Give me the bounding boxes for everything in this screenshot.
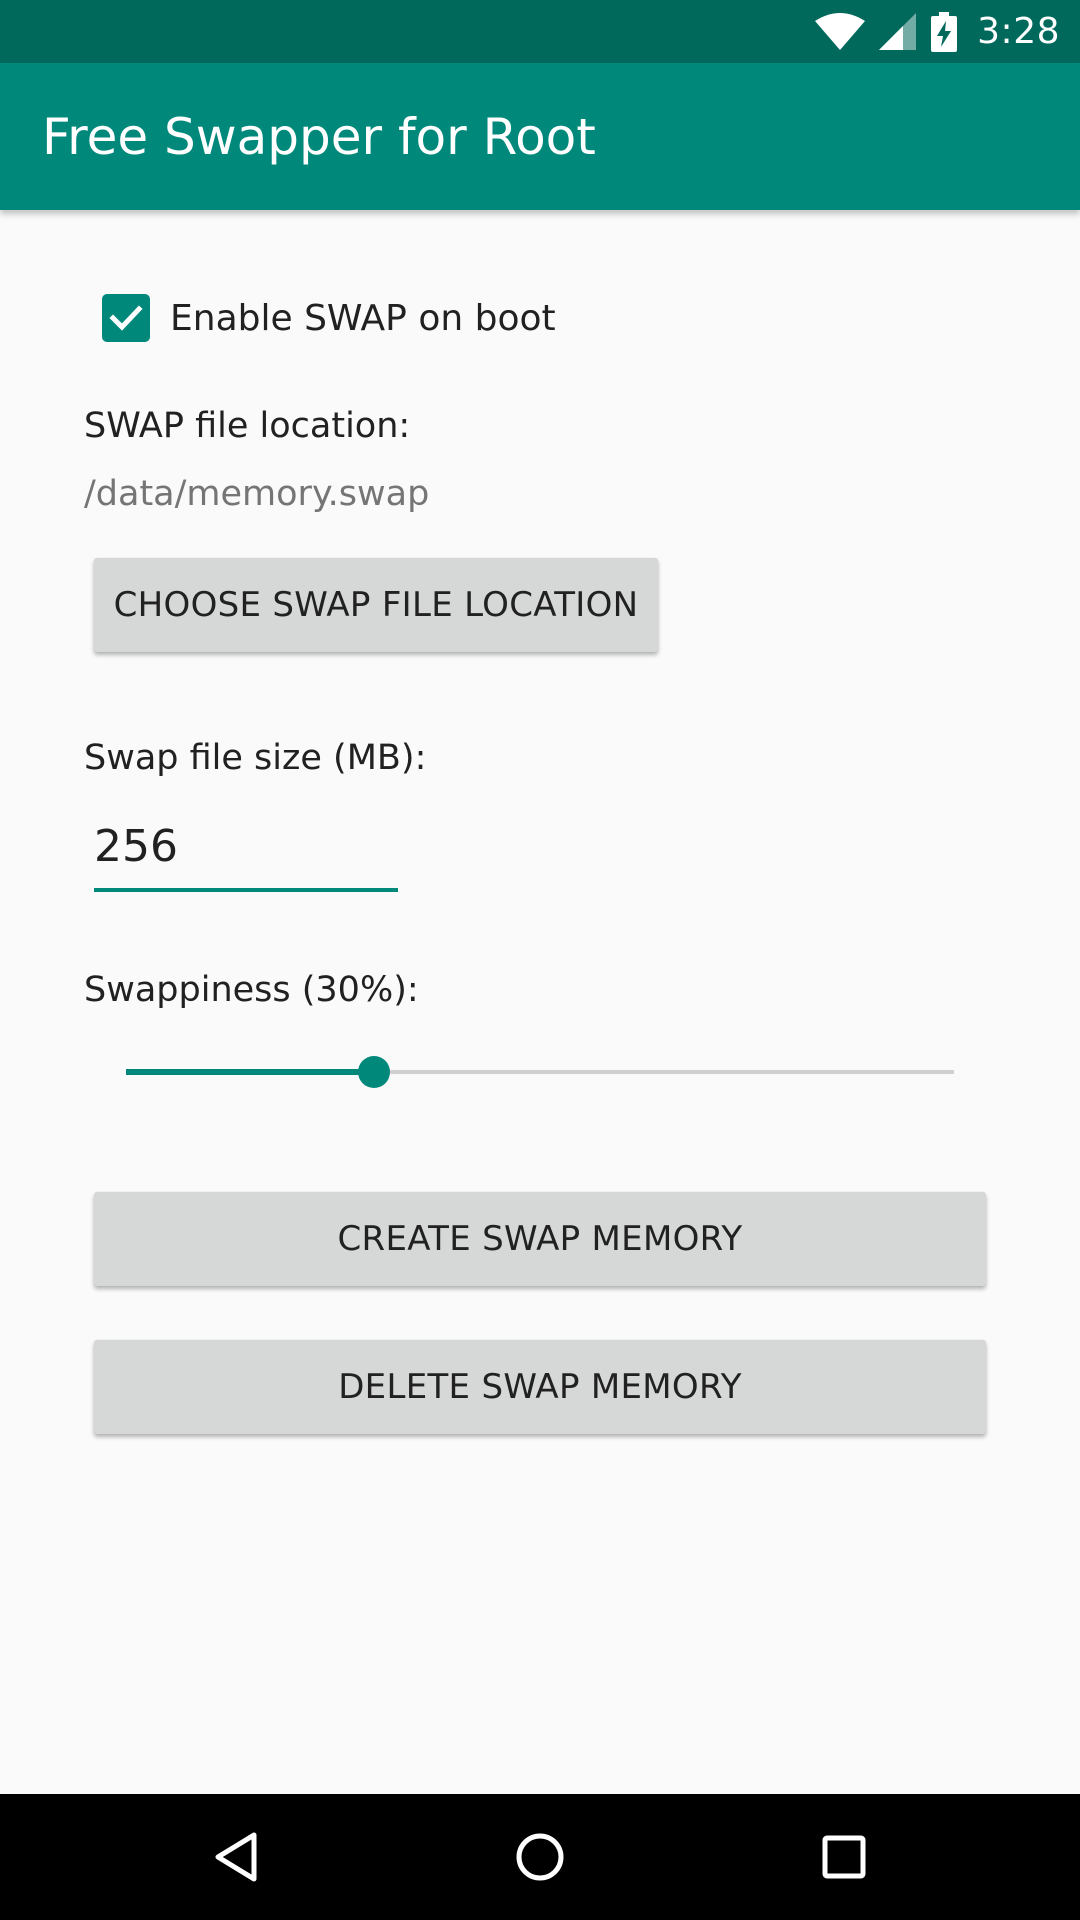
back-icon bbox=[215, 1832, 257, 1882]
file-location-label: SWAP file location: bbox=[84, 406, 411, 446]
cell-signal-icon bbox=[879, 12, 917, 51]
enable-on-boot-row[interactable]: Enable SWAP on boot bbox=[102, 292, 556, 344]
file-size-input[interactable] bbox=[94, 812, 398, 892]
choose-location-button[interactable]: CHOOSE SWAP FILE LOCATION bbox=[94, 558, 658, 652]
app-title: Free Swapper for Root bbox=[42, 107, 596, 166]
checkmark-icon bbox=[109, 305, 143, 331]
create-swap-button[interactable]: CREATE SWAP MEMORY bbox=[94, 1192, 986, 1286]
enable-on-boot-label: Enable SWAP on boot bbox=[170, 297, 556, 339]
main-content: Enable SWAP on boot SWAP file location: … bbox=[0, 210, 1080, 1794]
file-size-label: Swap file size (MB): bbox=[84, 738, 427, 778]
recents-button[interactable] bbox=[784, 1794, 904, 1920]
app-bar: Free Swapper for Root bbox=[0, 63, 1080, 210]
swappiness-slider[interactable] bbox=[126, 1042, 954, 1102]
status-time: 3:28 bbox=[977, 11, 1060, 52]
slider-fill bbox=[126, 1069, 375, 1075]
recents-icon bbox=[822, 1835, 866, 1879]
battery-charging-icon bbox=[931, 11, 958, 52]
home-icon bbox=[516, 1833, 564, 1881]
home-button[interactable] bbox=[480, 1794, 600, 1920]
swappiness-label: Swappiness (30%): bbox=[84, 970, 419, 1010]
back-button[interactable] bbox=[176, 1794, 296, 1920]
navigation-bar bbox=[0, 1794, 1080, 1920]
status-bar: 3:28 bbox=[0, 0, 1080, 63]
wifi-icon bbox=[815, 12, 866, 51]
delete-swap-button[interactable]: DELETE SWAP MEMORY bbox=[94, 1340, 986, 1434]
enable-on-boot-checkbox[interactable] bbox=[102, 294, 150, 342]
status-icons: 3:28 bbox=[815, 0, 1060, 63]
slider-thumb[interactable] bbox=[358, 1056, 391, 1088]
file-location-value: /data/memory.swap bbox=[84, 474, 430, 514]
